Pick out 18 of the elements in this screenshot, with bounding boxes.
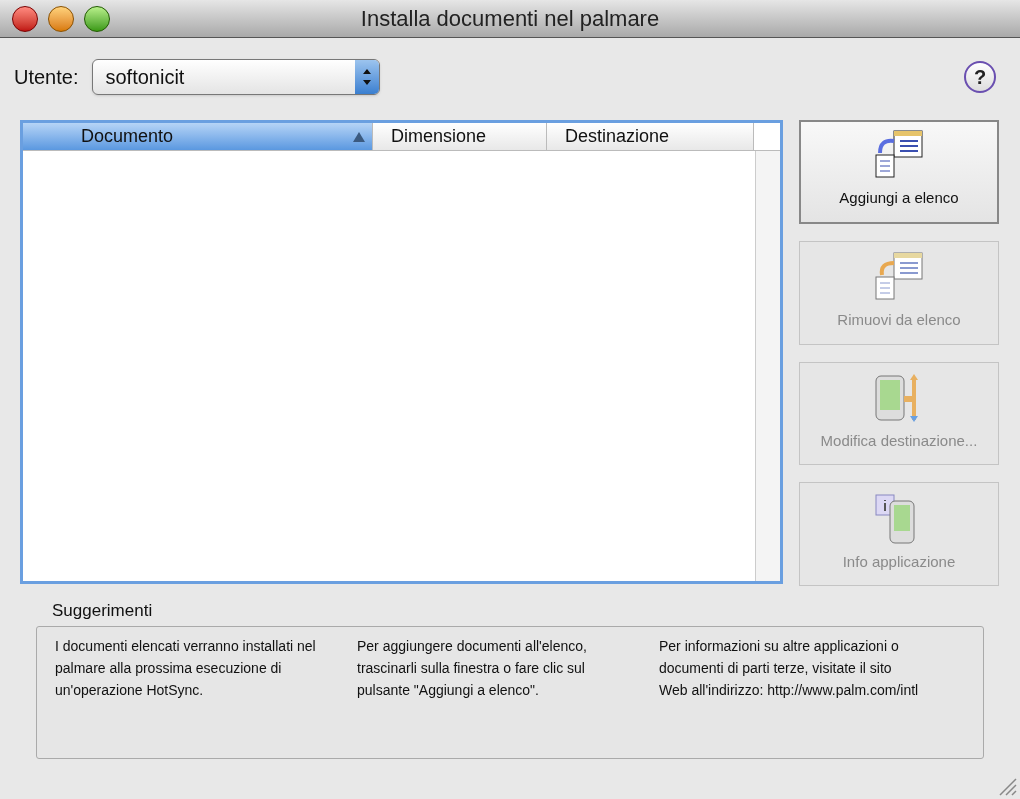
- remove-document-icon: [872, 251, 926, 303]
- help-button[interactable]: ?: [964, 61, 996, 93]
- hints-title: Suggerimenti: [52, 600, 154, 622]
- column-header[interactable]: Dimensione: [373, 123, 547, 150]
- hint-text: Per informazioni su altre applicazioni o documenti di parti terze, visitate il sito Web all'indirizzo: http://www.palm.com/intl: [659, 636, 920, 700]
- user-label: Utente:: [14, 65, 79, 90]
- column-header[interactable]: Documento: [23, 123, 373, 150]
- zoom-icon[interactable]: [84, 6, 110, 32]
- hint-text: I documenti elencati verranno installati nel palmare alla prossima esecuzione di un'operazione HotSync.: [55, 636, 317, 700]
- action-button[interactable]: Aggiungi a elenco: [799, 120, 999, 224]
- user-dropdown[interactable]: softonicit: [92, 59, 381, 95]
- close-icon[interactable]: [12, 6, 38, 32]
- stepper-arrows-icon: [355, 60, 380, 94]
- column-header[interactable]: Destinazione: [547, 123, 754, 150]
- window-title: Installa documenti nel palmare: [360, 5, 660, 33]
- hint-text: Per aggiungere documenti all'elenco, trascinarli sulla finestra o fare clic sul pulsante "Aggiungi a elenco".: [357, 636, 588, 700]
- minimize-icon[interactable]: [48, 6, 74, 32]
- sort-ascending-icon: [352, 130, 366, 143]
